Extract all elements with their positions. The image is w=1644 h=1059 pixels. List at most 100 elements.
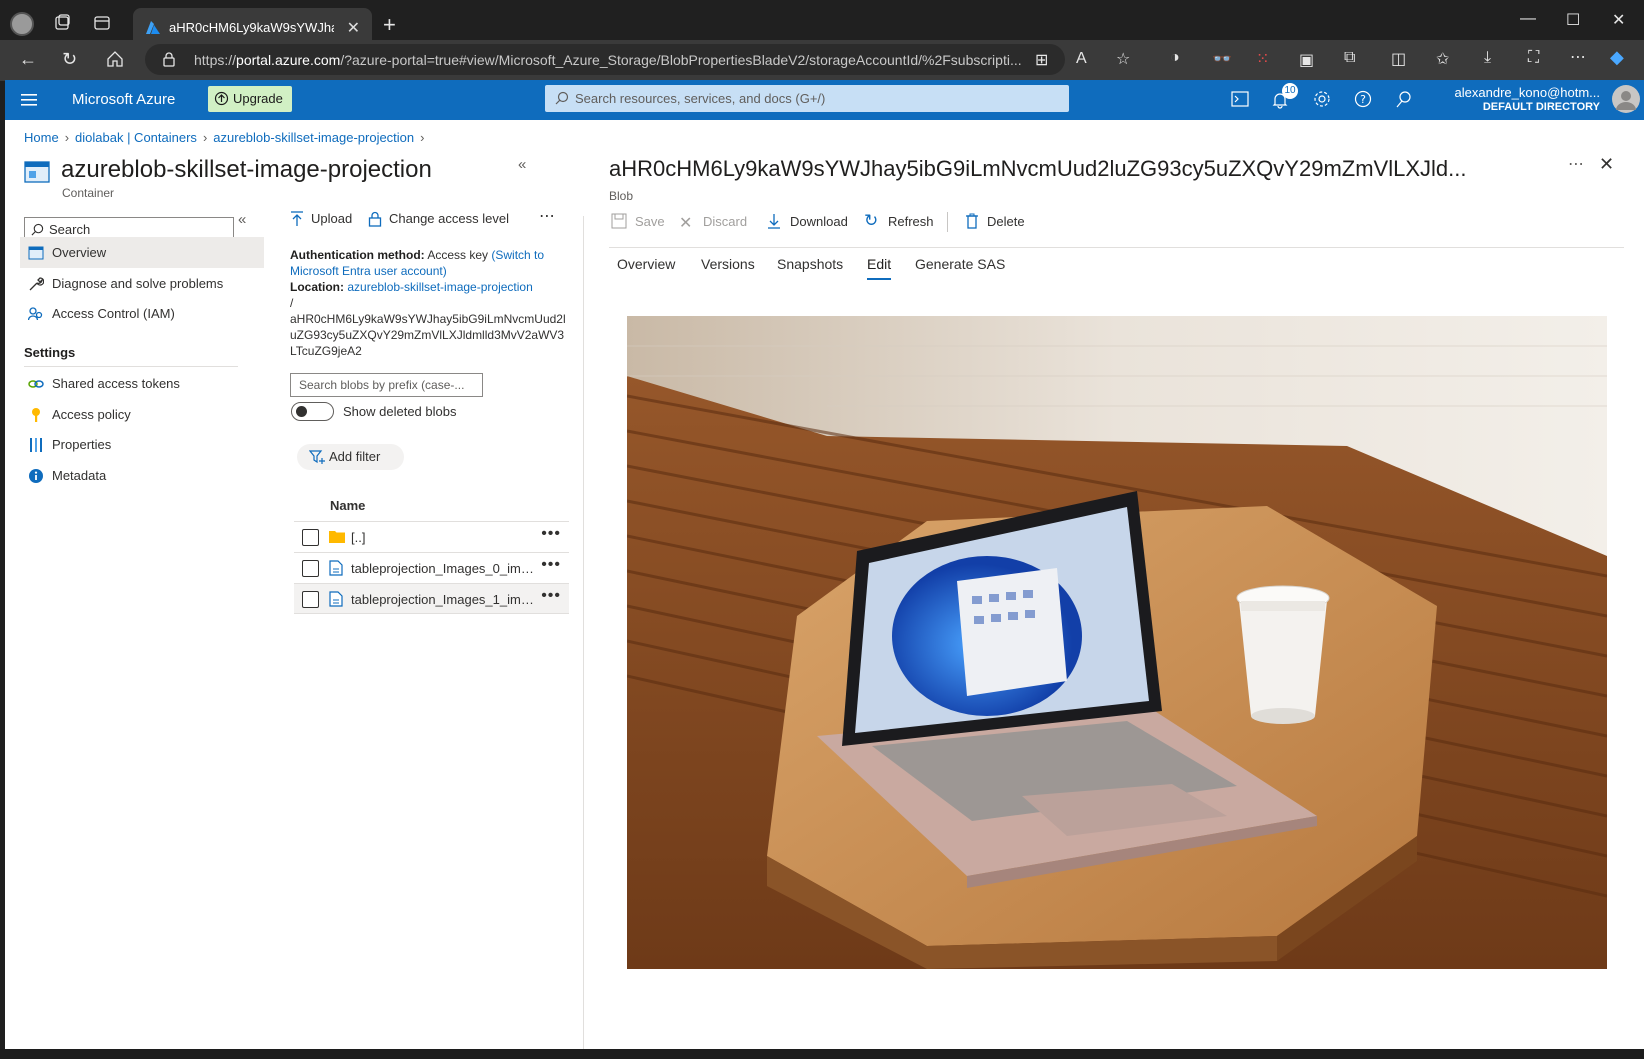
account-menu[interactable]: alexandre_kono@hotm... DEFAULT DIRECTORY: [1455, 85, 1600, 115]
close-blade-icon[interactable]: ✕: [1599, 154, 1614, 175]
save-icon: [611, 213, 627, 229]
downloads-icon[interactable]: ⤓: [1484, 49, 1491, 67]
show-deleted-toggle[interactable]: [291, 402, 334, 421]
collapse-menu-icon[interactable]: «: [238, 211, 246, 228]
row-checkbox[interactable]: [302, 591, 319, 608]
discard-icon: ✕: [679, 215, 693, 232]
back-icon[interactable]: ←: [19, 49, 37, 70]
favorites-icon[interactable]: ✩: [1436, 49, 1449, 69]
list-item[interactable]: [..] •••: [294, 521, 569, 552]
upgrade-button[interactable]: Upgrade: [208, 86, 292, 112]
copilot-icon[interactable]: ◆: [1610, 47, 1624, 68]
extension-grid-icon[interactable]: ⁙: [1256, 49, 1269, 69]
browser-menu-icon[interactable]: ⋯: [1570, 47, 1586, 67]
nav-item-properties[interactable]: Properties: [20, 429, 264, 460]
blob-title: aHR0cHM6Ly9kaW9sYWJhay5ibG9iLmNvcmUud2lu…: [609, 156, 1467, 181]
lock-icon: [162, 52, 176, 67]
window-close-icon[interactable]: ✕: [1612, 10, 1625, 30]
url-field[interactable]: https://portal.azure.com/?azure-portal=t…: [145, 44, 1065, 75]
home-icon[interactable]: [106, 50, 124, 68]
nav-label: Metadata: [52, 468, 107, 483]
row-name[interactable]: tableprojection_Images_0_img...: [351, 561, 534, 576]
hamburger-menu-icon[interactable]: [21, 93, 37, 107]
profile-avatar[interactable]: [10, 12, 34, 36]
upload-icon: [290, 211, 304, 227]
refresh-label: Refresh: [888, 214, 934, 229]
tab-snapshots[interactable]: Snapshots: [777, 256, 843, 272]
nav-item-shared-access-tokens[interactable]: Shared access tokens: [20, 368, 264, 399]
nav-item-diagnose[interactable]: Diagnose and solve problems: [20, 268, 264, 299]
extension-theme-icon[interactable]: ◑: [1170, 49, 1180, 67]
extension-b-icon[interactable]: ▣: [1299, 50, 1314, 70]
new-tab-icon[interactable]: +: [383, 12, 396, 38]
download-button[interactable]: Download: [767, 214, 848, 229]
reload-icon[interactable]: ↻: [62, 49, 77, 70]
nav-item-access-policy[interactable]: Access policy: [20, 399, 264, 430]
app-available-icon[interactable]: ⊞: [1035, 50, 1048, 70]
row-more-icon[interactable]: •••: [541, 587, 561, 605]
portal-content: Home › diolabak | Containers › azureblob-ski…: [5, 120, 1644, 1049]
breadcrumb-home[interactable]: Home: [24, 130, 59, 145]
tab-overview[interactable]: Overview: [617, 256, 675, 272]
account-avatar[interactable]: [1612, 85, 1640, 113]
blob-prefix-search-input[interactable]: Search blobs by prefix (case-...: [290, 373, 483, 397]
blob-more-icon[interactable]: ⋯: [1568, 154, 1584, 174]
location-link[interactable]: azureblob-skillset-image-projection: [347, 280, 532, 294]
delete-label: Delete: [987, 214, 1025, 229]
global-search-input[interactable]: Search resources, services, and docs (G+…: [545, 85, 1069, 112]
row-more-icon[interactable]: •••: [541, 556, 561, 574]
nav-item-iam[interactable]: Access Control (IAM): [20, 298, 264, 329]
row-checkbox[interactable]: [302, 560, 319, 577]
row-more-icon[interactable]: •••: [541, 525, 561, 543]
breadcrumb-containers[interactable]: diolabak | Containers: [75, 130, 197, 145]
nav-item-metadata[interactable]: Metadata: [20, 460, 264, 491]
extension-glasses-icon[interactable]: 👓: [1212, 49, 1232, 69]
toolbar-underline: [609, 247, 1624, 248]
settings-gear-icon[interactable]: [1313, 90, 1331, 108]
list-item[interactable]: tableprojection_Images_1_img... •••: [294, 583, 569, 614]
nav-label: Diagnose and solve problems: [52, 276, 224, 291]
nav-item-overview[interactable]: Overview: [20, 237, 264, 268]
delete-button[interactable]: Delete: [965, 213, 1025, 229]
upload-button[interactable]: Upload: [290, 211, 352, 226]
screenshot-icon[interactable]: ⛶: [1528, 49, 1539, 67]
container-icon: [24, 160, 50, 184]
feedback-icon[interactable]: [1395, 90, 1413, 108]
read-aloud-icon[interactable]: A: [1076, 50, 1087, 68]
search-icon: [555, 91, 569, 105]
save-button[interactable]: Save: [611, 213, 665, 229]
collapse-blade-icon[interactable]: «: [518, 156, 526, 173]
add-filter-button[interactable]: Add filter: [297, 444, 404, 470]
tab-versions[interactable]: Versions: [701, 256, 755, 272]
discard-button[interactable]: ✕ Discard: [679, 214, 747, 232]
change-access-level-button[interactable]: Change access level: [368, 211, 509, 227]
refresh-button[interactable]: ↻ Refresh: [864, 211, 934, 230]
tab-edit[interactable]: Edit: [867, 256, 892, 280]
container-icon: [28, 245, 44, 261]
breadcrumb-container[interactable]: azureblob-skillset-image-projection: [213, 130, 414, 145]
tab-generate-sas[interactable]: Generate SAS: [915, 256, 1005, 272]
workspaces-icon[interactable]: [53, 14, 71, 32]
tab-title: aHR0cHM6Ly9kaW9sYWJhay5ibG9iLmNvcmUud2lu…: [169, 20, 334, 35]
minimize-icon[interactable]: —: [1520, 10, 1536, 28]
list-item[interactable]: tableprojection_Images_0_img... •••: [294, 552, 569, 583]
tab-actions-icon[interactable]: [94, 15, 110, 31]
extensions-puzzle-icon[interactable]: ⧉: [1344, 49, 1355, 67]
favorite-star-icon[interactable]: ☆: [1116, 49, 1130, 69]
row-name[interactable]: tableprojection_Images_1_img...: [351, 592, 534, 607]
column-header-name[interactable]: Name: [330, 498, 365, 513]
azure-brand[interactable]: Microsoft Azure: [72, 91, 175, 108]
breadcrumb: Home › diolabak | Containers › azureblob-ski…: [24, 130, 431, 145]
url-text: https://portal.azure.com/?azure-portal=t…: [194, 52, 1022, 68]
row-checkbox[interactable]: [302, 529, 319, 546]
search-icon: [31, 223, 44, 236]
pane-divider: [583, 216, 584, 1049]
more-actions-icon[interactable]: ⋯: [539, 206, 555, 226]
filter-icon: [309, 449, 325, 465]
maximize-icon[interactable]: ☐: [1566, 10, 1580, 30]
help-icon[interactable]: ?: [1354, 90, 1372, 108]
row-name[interactable]: [..]: [351, 530, 534, 545]
close-tab-icon[interactable]: ✕: [347, 18, 360, 38]
cloud-shell-icon[interactable]: [1231, 90, 1249, 108]
split-screen-icon[interactable]: ◫: [1391, 49, 1406, 69]
